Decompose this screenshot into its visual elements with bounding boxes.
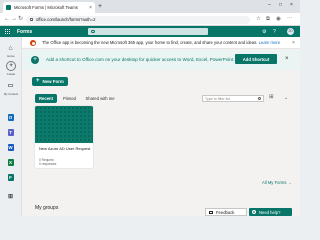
search-icon [258, 97, 261, 100]
new-tab-button[interactable]: + [98, 2, 102, 11]
feedback-button[interactable]: Feedback [205, 208, 247, 216]
all-my-forms-link[interactable]: All My Forms → [262, 180, 292, 185]
form-card-thumbnail [35, 106, 93, 143]
app-launcher-icon[interactable] [5, 29, 10, 34]
filter-list-input[interactable]: Type to filter list [202, 95, 264, 102]
my-groups-heading: My groups [35, 205, 59, 211]
outlook-icon: O [7, 113, 14, 121]
close-window-button[interactable]: × [290, 2, 293, 8]
filter-placeholder: Type to filter list [205, 96, 230, 101]
rail-label-create: Create [6, 72, 16, 76]
favorites-star-icon[interactable]: ☆ [256, 16, 261, 23]
reload-icon[interactable]: ↻ [18, 16, 23, 23]
form-card-responses: 0 responses [39, 162, 57, 166]
lock-icon [30, 17, 33, 22]
help-circle-icon: ? [252, 210, 256, 214]
need-help-button[interactable]: ? Need help? [249, 208, 292, 216]
teams-icon: T [7, 128, 14, 136]
app-name[interactable]: Forms [17, 29, 32, 35]
plus-icon: + [9, 62, 13, 69]
feedback-icon [209, 210, 213, 214]
forms-app-bar: Forms ⚙ ? JD [0, 26, 300, 37]
profile-icon[interactable]: ◉ [276, 16, 281, 23]
collections-icon[interactable]: ⧉ [266, 16, 270, 23]
forms-favicon-icon [6, 5, 11, 10]
plus-icon: + [36, 78, 40, 84]
main-content: The Office app is becoming the new Micro… [22, 37, 300, 216]
rail-item-home[interactable]: ⌂ [6, 43, 16, 53]
shortcut-banner-text: Add a shortcut to Office.com on your des… [46, 57, 235, 62]
add-shortcut-button[interactable]: Add Shortcut [235, 54, 277, 64]
browser-toolbar: ← → ↻ office.com/launch/forms?auth=2 ☆ ⧉… [0, 13, 300, 26]
grid-view-icon[interactable]: ⊞ [269, 94, 274, 100]
search-icon [91, 29, 95, 34]
close-tab-icon[interactable]: × [89, 5, 92, 11]
sort-icon[interactable]: ⌄ [284, 95, 288, 101]
settings-gear-icon[interactable]: ⚙ [262, 29, 266, 35]
rail-item-outlook[interactable]: O [6, 112, 16, 122]
new-form-button[interactable]: + New Form [32, 77, 68, 86]
browser-tab-title: Microsoft Forms | Microsoft Teams [14, 5, 78, 10]
rail-label-home: Home [7, 54, 15, 58]
microsoft-365-logo-icon [30, 40, 36, 46]
feedback-label: Feedback [216, 209, 235, 215]
home-icon: ⌂ [8, 44, 13, 52]
url-text: office.com/launch/forms?auth=2 [36, 17, 96, 22]
close-shortcut-banner-icon[interactable]: × [285, 56, 289, 62]
minimize-window-button[interactable]: – [268, 2, 271, 8]
browser-menu-icon[interactable]: ⋯ [287, 16, 293, 23]
close-banner-icon[interactable]: × [292, 40, 295, 46]
forms-icon: F [7, 173, 14, 181]
rail-item-word[interactable]: W [6, 142, 16, 152]
tab-recent[interactable]: Recent [35, 94, 57, 103]
word-icon: W [7, 143, 14, 151]
tab-shared-with-me[interactable]: Shared with me [82, 94, 118, 103]
banner-message: The Office app is becoming the new Micro… [42, 40, 258, 45]
help-icon[interactable]: ? [273, 29, 276, 35]
rail-label-my-content: My Content [3, 92, 19, 96]
avatar[interactable]: JD [287, 28, 294, 35]
rail-item-forms[interactable]: F [6, 172, 16, 182]
form-card-title: New Azure AD User Request [39, 146, 91, 151]
address-bar[interactable]: office.com/launch/forms?auth=2 [26, 15, 250, 24]
rail-item-teams[interactable]: T [6, 127, 16, 137]
apps-icon: ⊞ [7, 193, 14, 200]
office-banner-text: The Office app is becoming the new Micro… [42, 40, 280, 45]
rail-item-create[interactable]: + [6, 61, 16, 71]
shortcut-banner: + Add a shortcut to Office.com on your d… [22, 50, 300, 70]
rail-item-apps[interactable]: ⊞ [6, 192, 16, 202]
browser-tab[interactable]: Microsoft Forms | Microsoft Teams × [3, 2, 95, 13]
learn-more-link[interactable]: Learn more [259, 40, 280, 45]
new-form-label: New Form [42, 79, 64, 84]
search-box[interactable] [88, 28, 208, 35]
back-arrow-icon[interactable]: ← [4, 16, 10, 23]
forward-arrow-icon[interactable]: → [11, 16, 17, 23]
form-card[interactable]: New Azure AD User Request 0 Request 0 re… [35, 106, 93, 168]
browser-tab-bar: Microsoft Forms | Microsoft Teams × + – … [0, 0, 300, 13]
rail-item-my-content[interactable]: ▭ [6, 81, 16, 91]
rail-item-excel[interactable]: X [6, 157, 16, 167]
excel-icon: X [7, 158, 14, 166]
folder-icon: ▭ [7, 82, 14, 89]
maximize-window-button[interactable]: □ [279, 2, 282, 8]
office-app-rail: ⌂ Home + Create ▭ My Content O T W X F ⊞ [0, 37, 22, 216]
tab-pinned[interactable]: Pinned [59, 94, 80, 103]
add-circle-icon: + [31, 56, 39, 64]
office-info-banner: The Office app is becoming the new Micro… [22, 37, 300, 49]
need-help-label: Need help? [259, 209, 281, 215]
